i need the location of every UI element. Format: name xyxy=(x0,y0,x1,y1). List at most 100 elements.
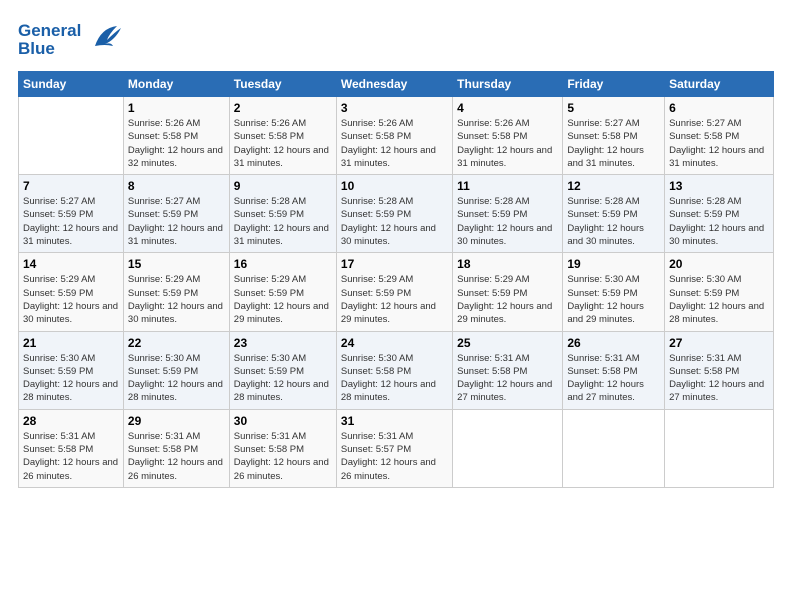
day-daylight: Daylight: 12 hours and 26 minutes. xyxy=(23,456,119,483)
col-sunday: Sunday xyxy=(19,72,124,97)
day-number: 1 xyxy=(128,101,225,115)
day-sunset: Sunset: 5:59 PM xyxy=(128,365,225,378)
calendar-day-cell: 3 Sunrise: 5:26 AM Sunset: 5:58 PM Dayli… xyxy=(336,97,452,175)
day-sunset: Sunset: 5:58 PM xyxy=(341,130,448,143)
day-number: 27 xyxy=(669,336,769,350)
day-sunrise: Sunrise: 5:29 AM xyxy=(128,273,225,286)
day-daylight: Daylight: 12 hours and 30 minutes. xyxy=(567,222,660,249)
logo: General Blue xyxy=(18,18,125,61)
day-sunset: Sunset: 5:59 PM xyxy=(457,287,558,300)
col-friday: Friday xyxy=(563,72,665,97)
day-sunrise: Sunrise: 5:30 AM xyxy=(234,352,332,365)
day-sunset: Sunset: 5:59 PM xyxy=(567,287,660,300)
day-sunset: Sunset: 5:59 PM xyxy=(23,365,119,378)
day-number: 13 xyxy=(669,179,769,193)
day-sunset: Sunset: 5:58 PM xyxy=(234,443,332,456)
day-sunset: Sunset: 5:59 PM xyxy=(128,287,225,300)
logo-blue: Blue xyxy=(18,40,81,58)
day-number: 10 xyxy=(341,179,448,193)
day-number: 24 xyxy=(341,336,448,350)
day-sunrise: Sunrise: 5:28 AM xyxy=(669,195,769,208)
calendar-day-cell: 16 Sunrise: 5:29 AM Sunset: 5:59 PM Dayl… xyxy=(229,253,336,331)
day-daylight: Daylight: 12 hours and 28 minutes. xyxy=(669,300,769,327)
day-daylight: Daylight: 12 hours and 30 minutes. xyxy=(457,222,558,249)
calendar-day-cell: 22 Sunrise: 5:30 AM Sunset: 5:59 PM Dayl… xyxy=(123,331,229,409)
day-sunset: Sunset: 5:58 PM xyxy=(669,365,769,378)
calendar-day-cell xyxy=(19,97,124,175)
day-sunset: Sunset: 5:58 PM xyxy=(669,130,769,143)
day-sunrise: Sunrise: 5:26 AM xyxy=(341,117,448,130)
day-sunrise: Sunrise: 5:30 AM xyxy=(669,273,769,286)
day-sunset: Sunset: 5:57 PM xyxy=(341,443,448,456)
day-sunset: Sunset: 5:59 PM xyxy=(234,208,332,221)
day-sunset: Sunset: 5:59 PM xyxy=(128,208,225,221)
day-number: 21 xyxy=(23,336,119,350)
day-sunset: Sunset: 5:59 PM xyxy=(669,208,769,221)
day-sunrise: Sunrise: 5:31 AM xyxy=(669,352,769,365)
page: General Blue Sunday Monday Tuesday Wedne… xyxy=(0,0,792,498)
day-number: 17 xyxy=(341,257,448,271)
calendar-table: Sunday Monday Tuesday Wednesday Thursday… xyxy=(18,71,774,488)
calendar-day-cell xyxy=(563,409,665,487)
calendar-day-cell: 14 Sunrise: 5:29 AM Sunset: 5:59 PM Dayl… xyxy=(19,253,124,331)
day-sunset: Sunset: 5:58 PM xyxy=(457,130,558,143)
day-sunrise: Sunrise: 5:31 AM xyxy=(341,430,448,443)
day-sunrise: Sunrise: 5:30 AM xyxy=(23,352,119,365)
day-sunrise: Sunrise: 5:28 AM xyxy=(567,195,660,208)
day-number: 25 xyxy=(457,336,558,350)
day-sunrise: Sunrise: 5:26 AM xyxy=(234,117,332,130)
day-daylight: Daylight: 12 hours and 27 minutes. xyxy=(457,378,558,405)
day-sunset: Sunset: 5:59 PM xyxy=(567,208,660,221)
calendar-day-cell: 30 Sunrise: 5:31 AM Sunset: 5:58 PM Dayl… xyxy=(229,409,336,487)
calendar-week-row: 28 Sunrise: 5:31 AM Sunset: 5:58 PM Dayl… xyxy=(19,409,774,487)
day-sunset: Sunset: 5:59 PM xyxy=(23,287,119,300)
day-daylight: Daylight: 12 hours and 28 minutes. xyxy=(23,378,119,405)
day-sunrise: Sunrise: 5:29 AM xyxy=(23,273,119,286)
calendar-week-row: 1 Sunrise: 5:26 AM Sunset: 5:58 PM Dayli… xyxy=(19,97,774,175)
calendar-day-cell: 29 Sunrise: 5:31 AM Sunset: 5:58 PM Dayl… xyxy=(123,409,229,487)
col-saturday: Saturday xyxy=(665,72,774,97)
day-sunrise: Sunrise: 5:30 AM xyxy=(567,273,660,286)
calendar-day-cell: 28 Sunrise: 5:31 AM Sunset: 5:58 PM Dayl… xyxy=(19,409,124,487)
day-number: 2 xyxy=(234,101,332,115)
day-daylight: Daylight: 12 hours and 30 minutes. xyxy=(341,222,448,249)
calendar-day-cell: 21 Sunrise: 5:30 AM Sunset: 5:59 PM Dayl… xyxy=(19,331,124,409)
calendar-day-cell: 20 Sunrise: 5:30 AM Sunset: 5:59 PM Dayl… xyxy=(665,253,774,331)
day-sunrise: Sunrise: 5:30 AM xyxy=(128,352,225,365)
day-sunrise: Sunrise: 5:31 AM xyxy=(128,430,225,443)
day-daylight: Daylight: 12 hours and 29 minutes. xyxy=(567,300,660,327)
day-number: 8 xyxy=(128,179,225,193)
day-daylight: Daylight: 12 hours and 28 minutes. xyxy=(128,378,225,405)
day-sunrise: Sunrise: 5:31 AM xyxy=(234,430,332,443)
day-sunset: Sunset: 5:59 PM xyxy=(669,287,769,300)
day-sunrise: Sunrise: 5:30 AM xyxy=(341,352,448,365)
day-sunset: Sunset: 5:58 PM xyxy=(567,365,660,378)
day-number: 6 xyxy=(669,101,769,115)
day-sunset: Sunset: 5:59 PM xyxy=(341,287,448,300)
day-number: 3 xyxy=(341,101,448,115)
day-number: 16 xyxy=(234,257,332,271)
day-sunrise: Sunrise: 5:28 AM xyxy=(457,195,558,208)
calendar-day-cell: 23 Sunrise: 5:30 AM Sunset: 5:59 PM Dayl… xyxy=(229,331,336,409)
day-number: 29 xyxy=(128,414,225,428)
calendar-day-cell: 17 Sunrise: 5:29 AM Sunset: 5:59 PM Dayl… xyxy=(336,253,452,331)
day-sunset: Sunset: 5:58 PM xyxy=(567,130,660,143)
day-sunset: Sunset: 5:59 PM xyxy=(457,208,558,221)
day-daylight: Daylight: 12 hours and 31 minutes. xyxy=(234,144,332,171)
day-daylight: Daylight: 12 hours and 30 minutes. xyxy=(23,300,119,327)
day-daylight: Daylight: 12 hours and 28 minutes. xyxy=(341,378,448,405)
calendar-day-cell: 15 Sunrise: 5:29 AM Sunset: 5:59 PM Dayl… xyxy=(123,253,229,331)
day-daylight: Daylight: 12 hours and 31 minutes. xyxy=(669,144,769,171)
calendar-day-cell: 24 Sunrise: 5:30 AM Sunset: 5:58 PM Dayl… xyxy=(336,331,452,409)
day-daylight: Daylight: 12 hours and 31 minutes. xyxy=(128,222,225,249)
day-sunrise: Sunrise: 5:27 AM xyxy=(128,195,225,208)
day-daylight: Daylight: 12 hours and 31 minutes. xyxy=(23,222,119,249)
day-sunrise: Sunrise: 5:27 AM xyxy=(567,117,660,130)
calendar-day-cell: 6 Sunrise: 5:27 AM Sunset: 5:58 PM Dayli… xyxy=(665,97,774,175)
day-number: 20 xyxy=(669,257,769,271)
header: General Blue xyxy=(18,18,774,61)
day-sunrise: Sunrise: 5:27 AM xyxy=(669,117,769,130)
calendar-day-cell xyxy=(453,409,563,487)
day-daylight: Daylight: 12 hours and 27 minutes. xyxy=(567,378,660,405)
day-sunrise: Sunrise: 5:28 AM xyxy=(234,195,332,208)
